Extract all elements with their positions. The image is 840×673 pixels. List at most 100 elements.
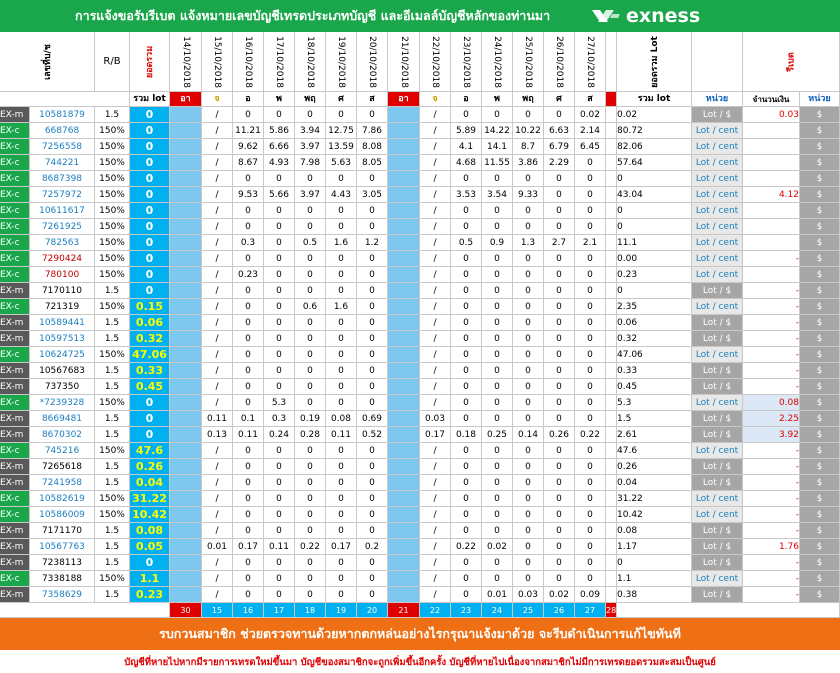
gap-cell [606,459,617,475]
daily-lot: 0 [295,523,326,539]
daily-lot: 0 [326,571,357,587]
daily-lot: 0 [295,395,326,411]
daily-lot: 0.18 [451,427,482,443]
daily-lot: 0 [233,347,264,363]
rebate-amount: - [743,251,800,267]
daily-lot: 1.3 [513,235,544,251]
daily-lot [170,219,202,235]
daily-lot: 0 [544,171,575,187]
daily-lot: 0.52 [357,427,388,443]
daily-lot: 0 [326,459,357,475]
total-lot: 0.04 [617,475,692,491]
daily-lot: 0 [575,347,606,363]
rebate-rate: 150% [95,123,130,139]
account-type: EX-c [0,251,30,267]
daily-lot: / [420,395,451,411]
daily-lot: 0 [326,203,357,219]
col-header-date: 19/10/2018 [326,32,357,92]
daily-lot: 3.94 [295,123,326,139]
daily-lot: 0 [544,459,575,475]
rebate-rate: 150% [95,571,130,587]
total-lot: 31.22 [617,491,692,507]
total-lot: 82.06 [617,139,692,155]
daily-lot: 0.2 [357,539,388,555]
total-lot: 0.45 [617,379,692,395]
daily-lot: / [202,475,233,491]
lot-unit: Lot / $ [692,555,743,571]
exness-logo: exness [590,2,700,30]
daily-lot: 0 [233,507,264,523]
daily-lot: 0 [544,299,575,315]
daily-lot: 0 [482,555,513,571]
daily-lot: 0 [575,171,606,187]
lot-unit: Lot / cent [692,219,743,235]
rebate-amount: - [743,299,800,315]
currency: $ [800,555,840,571]
daily-lot: 0 [233,171,264,187]
account-number: 7358629 [30,587,95,603]
rebate-rate: 150% [95,155,130,171]
rebate-rate: 1.5 [95,411,130,427]
daily-lot: 0.13 [202,427,233,443]
total-lot: 0.23 [617,267,692,283]
daily-lot: 0 [295,347,326,363]
rebate-amount: - [743,555,800,571]
daily-lot: / [420,235,451,251]
daily-lot: 0 [264,475,295,491]
daily-lot: 0 [513,539,544,555]
net-lot: 0.06 [130,315,170,331]
account-type: EX-c [0,171,30,187]
rebate-rate: 150% [95,299,130,315]
daily-lot: 3.97 [295,187,326,203]
daily-lot [388,139,420,155]
gap-cell [606,555,617,571]
lot-unit: Lot / $ [692,379,743,395]
daily-lot: 4.43 [326,187,357,203]
daily-lot: 3.53 [451,187,482,203]
daily-lot: 0 [513,491,544,507]
daily-lot: 0 [513,379,544,395]
lot-unit: Lot / $ [692,427,743,443]
currency: $ [800,587,840,603]
daily-lot [388,171,420,187]
rebate-amount: - [743,587,800,603]
daily-lot: / [202,379,233,395]
daily-lot [170,107,202,123]
total-lot: 0.06 [617,315,692,331]
daily-lot: 0 [326,251,357,267]
daily-lot: 0 [357,315,388,331]
col-header-date: 16/10/2018 [233,32,264,92]
daily-lot: 0 [264,171,295,187]
daily-lot: 0 [264,203,295,219]
col-header-date-text: 19/10/2018 [336,35,346,88]
daily-lot [170,475,202,491]
daily-lot: 0 [295,331,326,347]
account-type: EX-c [0,139,30,155]
subheader-day: พ [264,92,295,107]
account-type: EX-m [0,315,30,331]
total-lot: 1.17 [617,539,692,555]
daily-lot: 0 [544,523,575,539]
gap-cell [606,267,617,283]
daily-lot: 0 [513,299,544,315]
account-number: 10624725 [30,347,95,363]
daily-lot: 0 [295,283,326,299]
daily-lot: 0 [326,491,357,507]
daily-lot: 0 [233,443,264,459]
account-type: EX-m [0,363,30,379]
daily-lot [388,235,420,251]
net-lot: 0 [130,283,170,299]
lot-unit: Lot / cent [692,395,743,411]
rebate-rate: 150% [95,251,130,267]
daily-lot: 0 [513,171,544,187]
col-header-rebate: รีเบต [743,32,840,92]
lot-unit: Lot / $ [692,107,743,123]
day-number: 28 [606,603,617,618]
total-lot: 47.6 [617,443,692,459]
daily-lot: / [202,267,233,283]
daily-lot: 0 [357,219,388,235]
col-header-date-text: 24/10/2018 [492,35,502,88]
rebate-rate: 150% [95,203,130,219]
footer-note: บัญชีที่หายไปหากมีรายการเทรดใหม่ขึ้นมา บ… [124,657,716,668]
daily-lot: 2.29 [544,155,575,171]
